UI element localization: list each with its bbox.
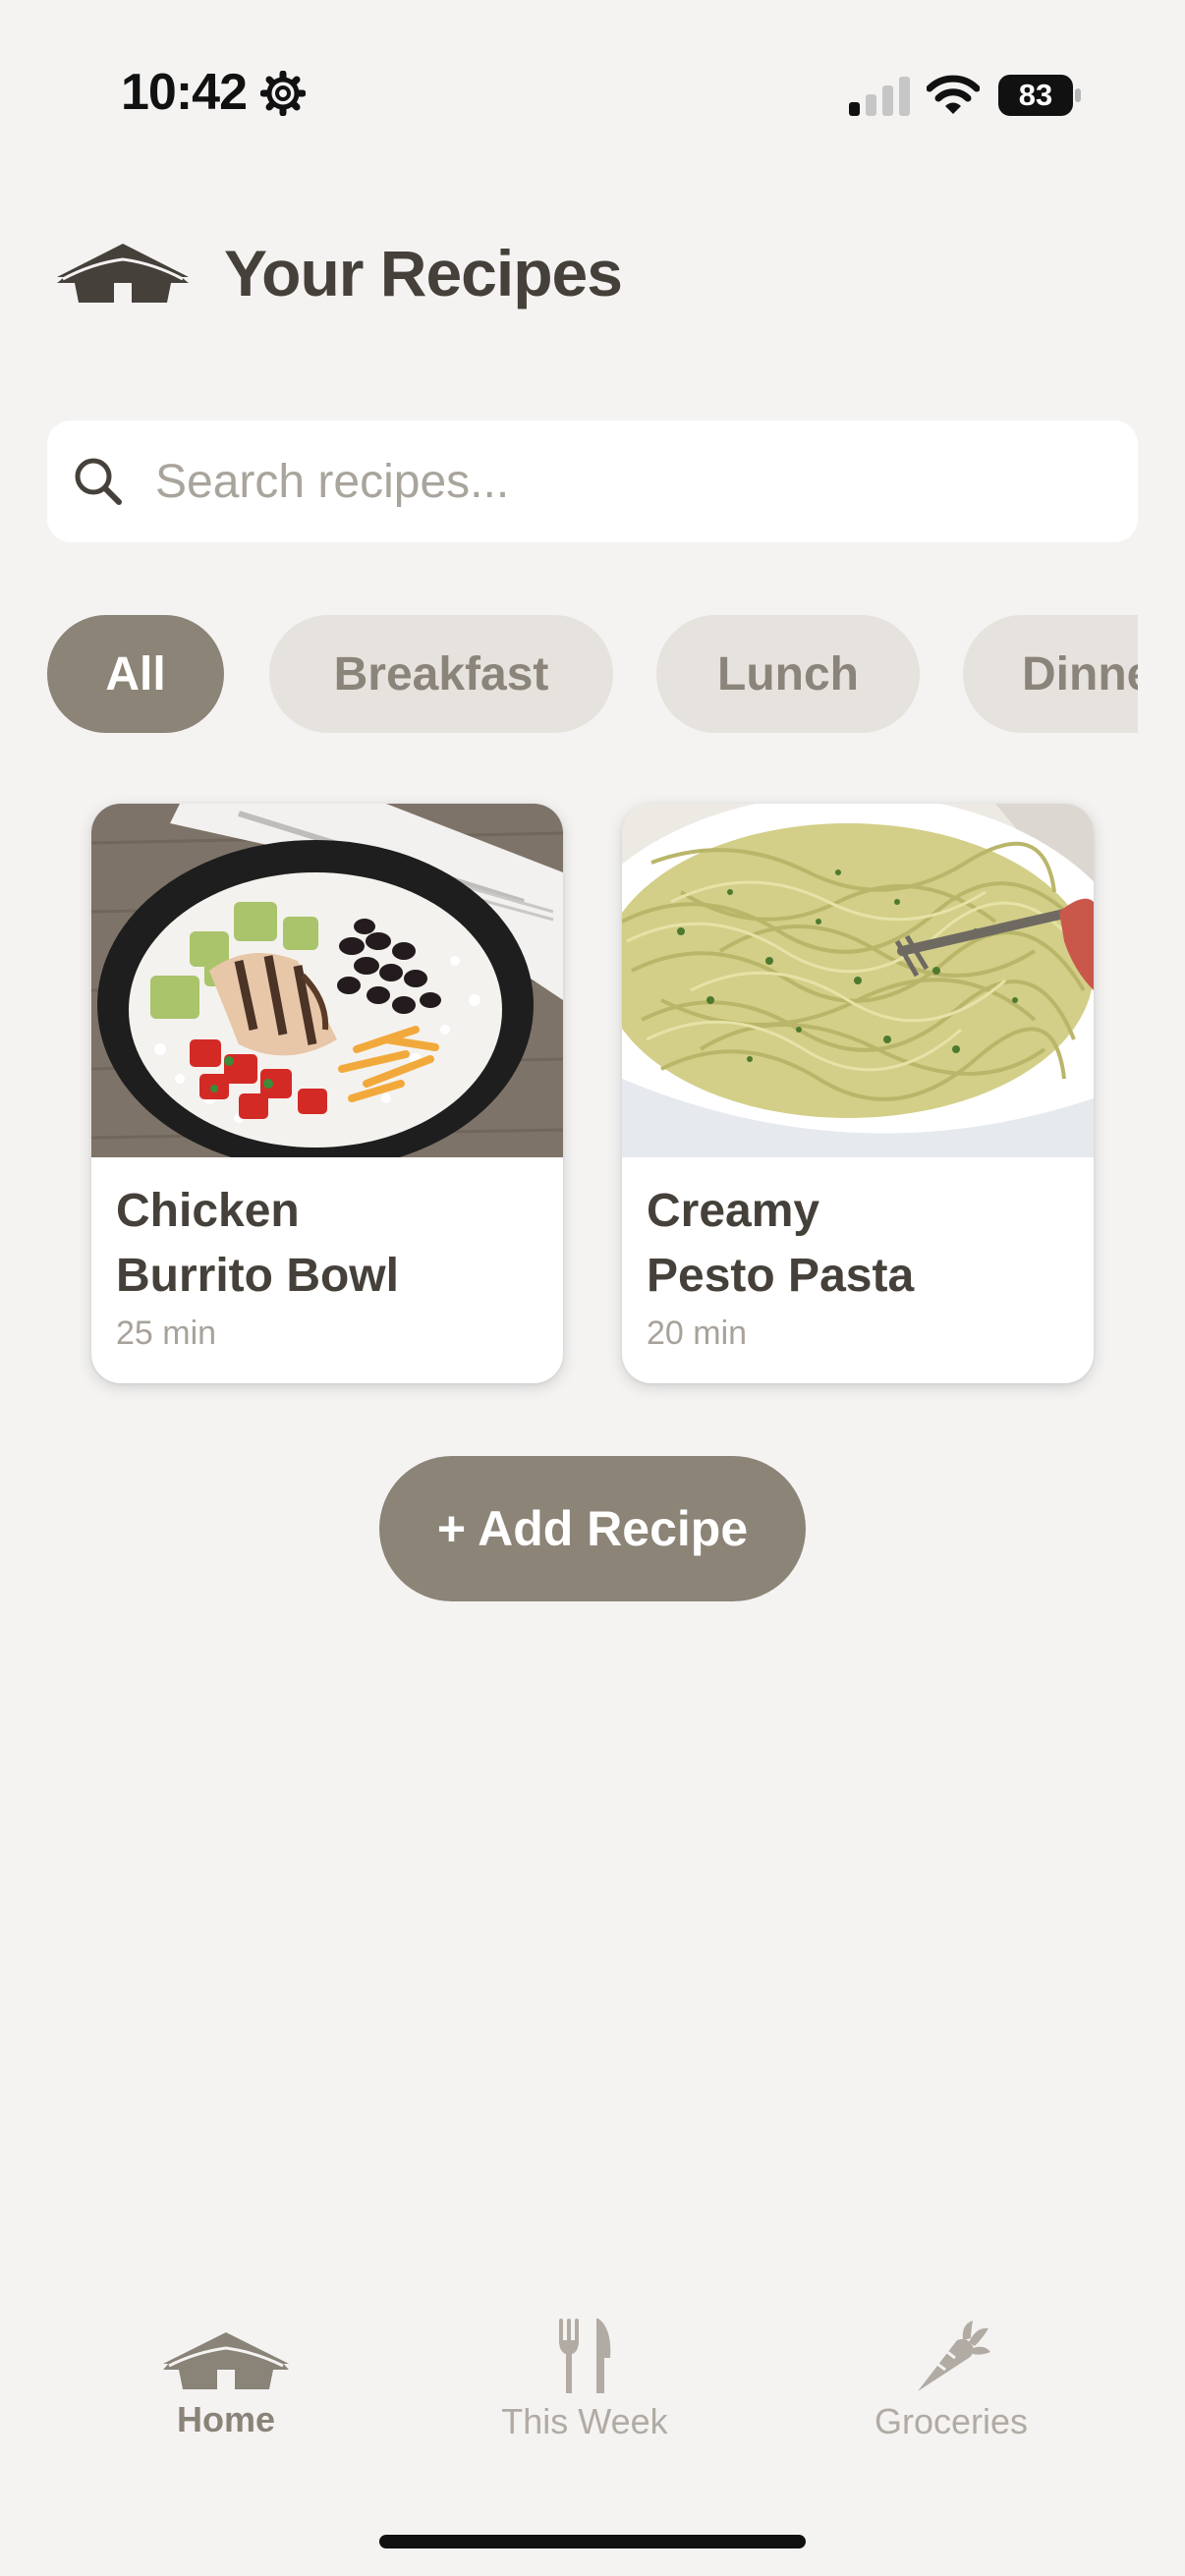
status-bar: 10:42 83 [0,0,1185,147]
house-icon [163,2332,289,2389]
recipe-card[interactable]: Chicken Burrito Bowl 25 min [91,804,563,1383]
wifi-icon [927,75,980,114]
recipe-title-line: Chicken [116,1185,300,1237]
signal-icon [849,77,910,116]
tab-label: Home [176,2399,276,2439]
recipe-time: 25 min [116,1315,217,1352]
category-chip-all[interactable]: All [47,615,224,733]
tab-groceries[interactable]: Groceries [804,2321,1099,2476]
house-icon [57,244,189,303]
tab-label: Groceries [874,2401,1029,2441]
recipe-title: Chicken Burrito Bowl [116,1179,538,1309]
recipe-title: Creamy Pesto Pasta [647,1179,1069,1309]
category-chip-dinner[interactable]: Dinner [963,615,1138,733]
category-chip-breakfast[interactable]: Breakfast [269,615,613,733]
recipe-title-line: Pesto Pasta [647,1250,915,1302]
search-bar[interactable] [47,420,1138,542]
recipe-card[interactable]: Creamy Pesto Pasta 20 min [622,804,1094,1383]
recipe-image-burrito-bowl [91,804,563,1157]
gear-icon [260,71,306,116]
tab-label: This Week [501,2401,668,2441]
recipe-title-line: Creamy [647,1185,820,1237]
recipe-title-line: Burrito Bowl [116,1250,399,1302]
search-input[interactable] [155,444,1099,519]
battery-level: 83 [1018,78,1053,112]
category-filter-bar: All Breakfast Lunch Dinner [47,615,1138,733]
page-title: Your Recipes [224,237,623,309]
home-indicator[interactable] [379,2535,806,2548]
carrot-icon [918,2321,990,2391]
battery-icon: 83 [998,75,1081,116]
tab-home[interactable]: Home [79,2328,373,2476]
tab-this-week[interactable]: This Week [437,2319,732,2476]
fork-knife-icon [559,2319,611,2393]
category-chip-lunch[interactable]: Lunch [656,615,920,733]
recipe-time: 20 min [647,1315,748,1352]
search-icon [75,458,122,505]
add-recipe-button[interactable]: + Add Recipe [379,1456,806,1601]
recipe-image-pesto-pasta [622,804,1094,1157]
status-time: 10:42 [121,64,248,121]
